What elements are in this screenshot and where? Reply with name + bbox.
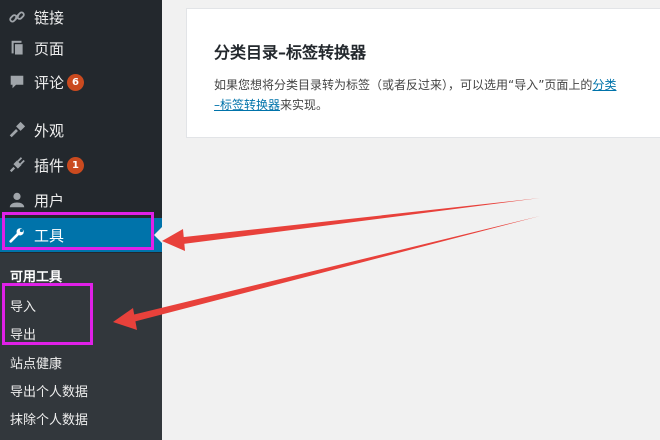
users-icon [8, 191, 26, 209]
submenu-item-erase-personal-data[interactable]: 抹除个人数据 [10, 409, 88, 428]
card-description-line1: 如果您想将分类目录转为标签（或者反过来），可以选用“导入”页面上的分类 [214, 76, 616, 93]
arrow-to-tools [175, 198, 540, 245]
menu-item-plugins[interactable]: 插件 1 [0, 148, 162, 182]
import-export-highlight-box [2, 283, 93, 345]
active-menu-pointer [154, 226, 163, 244]
menu-item-comments[interactable]: 评论 6 [0, 65, 162, 99]
plugins-icon [8, 156, 26, 174]
tools-submenu: 可用工具 导入 导出 站点健康 导出个人数据 抹除个人数据 [0, 253, 162, 440]
arrow-head-tools [162, 229, 185, 251]
description-text: 来实现。 [280, 98, 329, 112]
card-title: 分类目录–标签转换器 [214, 43, 367, 62]
link-icon [8, 8, 26, 26]
description-text: 如果您想将分类目录转为标签（或者反过来），可以选用“导入”页面上的 [214, 78, 593, 92]
arrow-to-submenu [128, 216, 540, 323]
tools-highlight-box [2, 212, 154, 250]
menu-label: 链接 [34, 8, 65, 27]
menu-label: 插件 [34, 156, 65, 175]
converter-link-continued[interactable]: –标签转换器 [214, 98, 280, 112]
category-tag-converter-card: 分类目录–标签转换器 如果您想将分类目录转为标签（或者反过来），可以选用“导入”… [186, 8, 660, 138]
converter-link[interactable]: 分类 [592, 78, 616, 92]
submenu-item-export-personal-data[interactable]: 导出个人数据 [10, 381, 88, 400]
menu-item-pages[interactable]: 页面 [0, 31, 162, 65]
menu-label: 页面 [34, 39, 65, 58]
pages-icon [8, 39, 26, 57]
submenu-item-site-health[interactable]: 站点健康 [10, 353, 62, 372]
menu-item-appearance[interactable]: 外观 [0, 113, 162, 147]
card-description-line2: –标签转换器来实现。 [214, 96, 328, 113]
menu-item-links[interactable]: 链接 [0, 0, 162, 34]
menu-label: 用户 [34, 191, 65, 210]
comments-count-badge: 6 [67, 73, 85, 91]
appearance-icon [8, 121, 26, 139]
plugins-update-badge: 1 [67, 156, 85, 174]
menu-label: 外观 [34, 121, 65, 140]
comments-icon [8, 73, 26, 91]
menu-label: 评论 [34, 73, 65, 92]
